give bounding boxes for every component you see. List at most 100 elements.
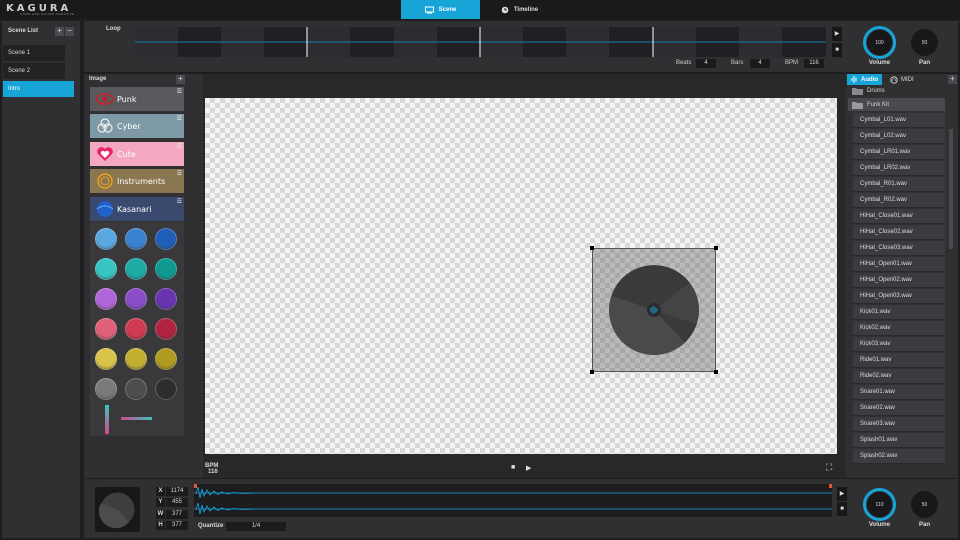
audio-file-item[interactable]: HiHat_Open03.wav xyxy=(853,289,945,304)
menu-icon[interactable]: ☰ xyxy=(177,198,182,205)
color-swatch[interactable] xyxy=(95,378,117,400)
audio-file-item[interactable]: HiHat_Open02.wav xyxy=(853,273,945,288)
clip-volume-knob[interactable]: 110 xyxy=(867,492,892,517)
menu-icon[interactable]: ☰ xyxy=(177,115,182,122)
audio-file-item[interactable]: Kick01.wav xyxy=(853,305,945,320)
loop-track[interactable] xyxy=(135,27,826,57)
y-field[interactable]: 455 xyxy=(166,498,188,507)
color-swatch[interactable] xyxy=(155,288,177,310)
image-category-instruments[interactable]: Instruments ☰ xyxy=(90,169,184,193)
color-swatch[interactable] xyxy=(95,348,117,370)
tab-audio-label: Audio xyxy=(861,76,878,83)
folder-icon xyxy=(852,87,863,95)
bpm-field[interactable]: 116 xyxy=(804,59,824,68)
vertical-bar-shape[interactable] xyxy=(105,405,109,434)
audio-file-item[interactable]: Ride01.wav xyxy=(853,353,945,368)
folder-funk-kit[interactable]: Funk Kit xyxy=(848,98,945,111)
color-swatch[interactable] xyxy=(125,288,147,310)
bars-field[interactable]: 4 xyxy=(750,59,770,68)
fullscreen-button[interactable]: ⛶ xyxy=(826,462,832,473)
audio-file-item[interactable]: Cymbal_LR02.wav xyxy=(853,161,945,176)
audio-file-item[interactable]: Ride02.wav xyxy=(853,369,945,384)
audio-file-item[interactable]: Cymbal_R01.wav xyxy=(853,177,945,192)
stage-play-button[interactable]: ▶ xyxy=(526,464,531,472)
loop-stop-button[interactable]: ■ xyxy=(832,43,842,57)
h-field[interactable]: 377 xyxy=(166,521,188,530)
preview-play-button[interactable]: ▶ xyxy=(837,487,847,501)
w-field[interactable]: 377 xyxy=(166,510,188,519)
disc-image[interactable] xyxy=(609,265,699,355)
color-swatch[interactable] xyxy=(95,288,117,310)
menu-icon[interactable]: ☰ xyxy=(177,170,182,177)
audio-file-item[interactable]: Snare02.wav xyxy=(853,401,945,416)
color-swatch[interactable] xyxy=(95,228,117,250)
audio-file-item[interactable]: HiHat_Close03.wav xyxy=(853,241,945,256)
color-swatch[interactable] xyxy=(155,318,177,340)
image-category-kasanari[interactable]: Kasanari ☰ xyxy=(90,197,184,221)
audio-file-item[interactable]: HiHat_Close01.wav xyxy=(853,209,945,224)
color-swatch[interactable] xyxy=(125,228,147,250)
remove-scene-button[interactable]: − xyxy=(65,27,74,36)
audio-file-item[interactable]: Splash01.wav xyxy=(853,433,945,448)
preview-stop-button[interactable]: ■ xyxy=(837,502,847,516)
resize-handle[interactable] xyxy=(714,246,718,250)
scene-icon xyxy=(424,6,434,13)
color-swatch[interactable] xyxy=(155,228,177,250)
audio-file-item[interactable]: HiHat_Close02.wav xyxy=(853,225,945,240)
waveform-icon xyxy=(851,76,857,83)
audio-file-item[interactable]: Kick02.wav xyxy=(853,321,945,336)
audio-file-item[interactable]: Snare03.wav xyxy=(853,417,945,432)
audio-file-item[interactable]: Snare01.wav xyxy=(853,385,945,400)
audio-file-item[interactable]: HiHat_Open01.wav xyxy=(853,257,945,272)
tab-scene[interactable]: Scene xyxy=(401,0,480,19)
color-swatch[interactable] xyxy=(125,318,147,340)
volume-knob[interactable]: 100 xyxy=(867,30,892,55)
stage-stop-button[interactable]: ■ xyxy=(511,464,515,471)
x-field[interactable]: 1174 xyxy=(166,487,188,496)
loop-grid xyxy=(135,27,826,57)
scene-list-panel xyxy=(2,21,80,538)
audio-list-scrollbar[interactable] xyxy=(949,129,953,249)
audio-waveform[interactable] xyxy=(194,484,832,517)
audio-file-item[interactable]: Kick03.wav xyxy=(853,337,945,352)
color-swatch[interactable] xyxy=(95,258,117,280)
audio-file-item[interactable]: Cymbal_LR01.wav xyxy=(853,145,945,160)
add-image-button[interactable]: + xyxy=(176,75,185,84)
triquetra-icon xyxy=(97,118,113,133)
resize-handle[interactable] xyxy=(590,370,594,374)
pan-knob[interactable]: 50 xyxy=(911,29,938,56)
color-swatch[interactable] xyxy=(95,318,117,340)
audio-file-item[interactable]: Cymbal_L02.wav xyxy=(853,129,945,144)
color-swatch[interactable] xyxy=(125,378,147,400)
menu-icon[interactable]: ☰ xyxy=(177,88,182,95)
horizontal-bar-shape[interactable] xyxy=(121,417,152,420)
resize-handle[interactable] xyxy=(714,370,718,374)
add-scene-button[interactable]: + xyxy=(55,27,64,36)
audio-file-item[interactable]: Cymbal_L01.wav xyxy=(853,113,945,128)
loop-play-button[interactable]: ▶ xyxy=(832,27,842,41)
beats-field[interactable]: 4 xyxy=(696,59,716,68)
scene-item[interactable]: Scene 2 xyxy=(3,63,65,79)
color-swatch[interactable] xyxy=(125,348,147,370)
menu-icon[interactable]: ☰ xyxy=(177,143,182,150)
tab-timeline[interactable]: Timeline xyxy=(480,0,559,19)
stage-bpm-value: 116 xyxy=(208,469,218,475)
image-category-punk[interactable]: Punk ☰ xyxy=(90,87,184,111)
clip-pan-knob[interactable]: 50 xyxy=(911,491,938,518)
scene-list-title: Scene List xyxy=(8,28,39,34)
color-swatch[interactable] xyxy=(155,348,177,370)
folder-drums[interactable]: Drums xyxy=(848,84,945,97)
quantize-select[interactable]: 1/4 xyxy=(226,522,286,531)
add-audio-button[interactable]: + xyxy=(948,75,957,84)
color-swatch[interactable] xyxy=(155,378,177,400)
audio-file-item[interactable]: Splash02.wav xyxy=(853,449,945,464)
scene-item-selected[interactable]: Intro xyxy=(3,81,74,97)
image-category-cute[interactable]: Cute ☰ xyxy=(90,142,184,166)
resize-handle[interactable] xyxy=(590,246,594,250)
scene-item[interactable]: Scene 1 xyxy=(3,45,65,61)
audio-file-item[interactable]: Cymbal_R02.wav xyxy=(853,193,945,208)
image-category-cyber[interactable]: Cyber ☰ xyxy=(90,114,184,138)
color-swatch[interactable] xyxy=(125,258,147,280)
color-swatch[interactable] xyxy=(155,258,177,280)
canvas[interactable] xyxy=(205,98,837,454)
